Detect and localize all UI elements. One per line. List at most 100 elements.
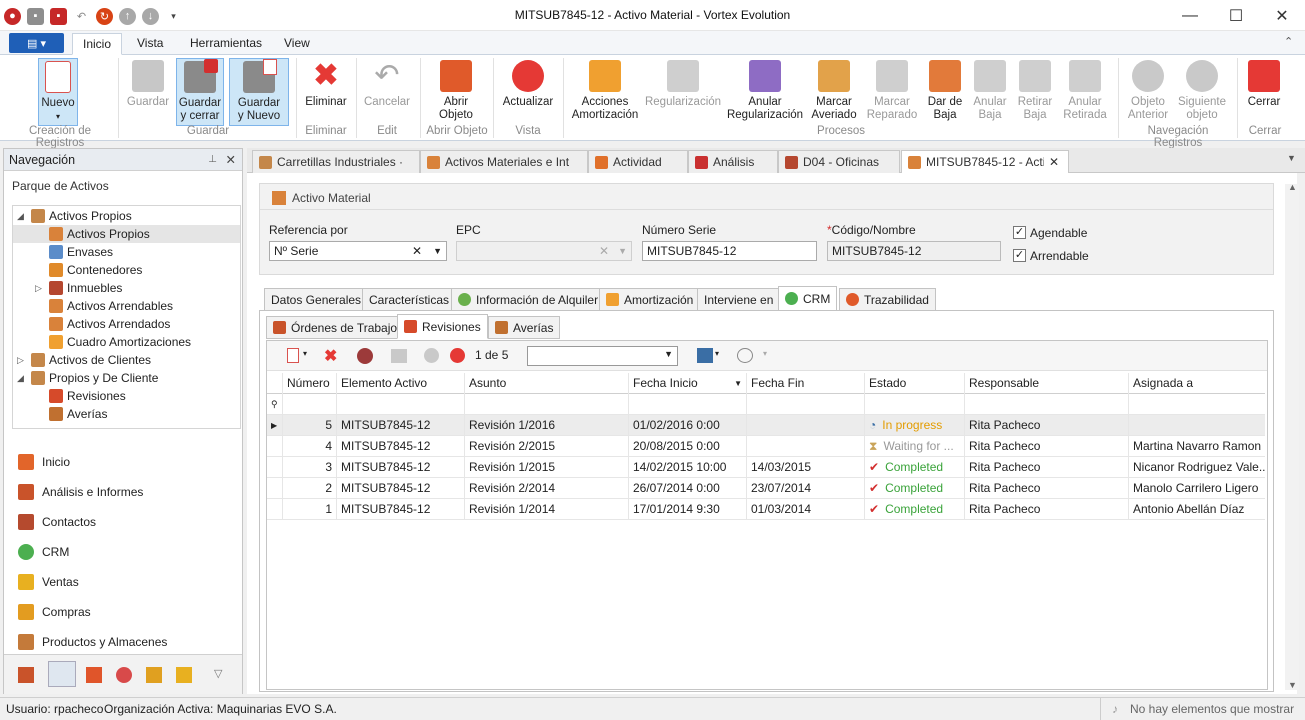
dropdown-icon[interactable]: ▼: [618, 242, 627, 260]
guardar-button[interactable]: Guardar: [126, 58, 170, 126]
nav-link-crm[interactable]: CRM: [18, 542, 69, 562]
table-row[interactable]: 2 MITSUB7845-12 Revisión 2/2014 26/07/2014 …: [267, 478, 1265, 499]
col-fecha-inicio[interactable]: Fecha Inicio ▼: [629, 373, 747, 394]
col-elemento-activo[interactable]: Elemento Activo: [337, 373, 465, 394]
agendable-checkbox[interactable]: ✓: [1013, 226, 1026, 239]
tree-item-activos-propios-sub[interactable]: Activos Propios: [13, 225, 240, 243]
nav-link-contactos[interactable]: Contactos: [18, 512, 96, 532]
tab-vista[interactable]: Vista: [127, 33, 173, 55]
tree-item-activos-propios[interactable]: ◢ Activos Propios: [17, 207, 132, 225]
refresh-icon[interactable]: ↻: [96, 7, 113, 25]
anular-baja-button[interactable]: Anular Baja: [970, 58, 1010, 126]
doc-tab-mitsub[interactable]: MITSUB7845-12 - Activo✕: [901, 150, 1069, 173]
grid-filter-row[interactable]: ⚲: [267, 394, 1265, 415]
bell-icon[interactable]: ♪: [1112, 698, 1118, 720]
previous-icon[interactable]: ↑: [119, 7, 136, 25]
close-icon[interactable]: ✕: [1259, 0, 1305, 31]
tab-amortizacion[interactable]: Amortización: [599, 288, 701, 311]
codigo-input[interactable]: MITSUB7845-12: [827, 241, 1001, 261]
lifebuoy-icon[interactable]: [116, 667, 132, 683]
tab-trazabilidad[interactable]: Trazabilidad: [839, 288, 936, 311]
pin-icon[interactable]: ⊥: [208, 149, 217, 171]
tree-item-revisiones[interactable]: Revisiones: [49, 387, 126, 405]
nav-link-analisis[interactable]: Análisis e Informes: [18, 482, 143, 502]
col-numero[interactable]: Número: [283, 373, 337, 394]
tree-item-envases[interactable]: Envases: [49, 243, 113, 261]
nav-link-compras[interactable]: Compras: [18, 602, 91, 622]
file-menu-button[interactable]: ▤ ▾: [9, 33, 64, 53]
marcar-reparado-button[interactable]: Marcar Reparado: [866, 58, 918, 126]
exchange-icon[interactable]: [146, 667, 162, 683]
undo-icon[interactable]: ↶: [73, 8, 90, 25]
table-row[interactable]: ▶ 5 MITSUB7845-12 Revisión 1/2016 01/02/2016…: [267, 415, 1265, 436]
guardar-cerrar-button[interactable]: Guardar y cerrar: [176, 58, 224, 126]
doc-tab-analisis[interactable]: Análisis: [688, 150, 778, 173]
table-row[interactable]: 4 MITSUB7845-12 Revisión 2/2015 20/08/2015 …: [267, 436, 1265, 457]
eliminar-button[interactable]: ✖ Eliminar: [305, 58, 347, 126]
next-record-icon[interactable]: [450, 348, 465, 363]
anular-retirada-button[interactable]: Anular Retirada: [1060, 58, 1110, 126]
marcar-averiado-button[interactable]: Marcar Averiado: [810, 58, 858, 126]
abrir-objeto-button[interactable]: Abrir Objeto: [433, 58, 479, 126]
col-fecha-fin[interactable]: Fecha Fin: [747, 373, 865, 394]
tree-item-contenedores[interactable]: Contenedores: [49, 261, 142, 279]
tab-herramientas[interactable]: Herramientas: [180, 33, 272, 55]
customize-qat-icon[interactable]: ▾: [165, 8, 182, 25]
anular-regularizacion-button[interactable]: Anular Regularización: [727, 58, 803, 126]
retirar-baja-button[interactable]: Retirar Baja: [1014, 58, 1056, 126]
printer-icon[interactable]: [18, 667, 34, 683]
dar-de-baja-button[interactable]: Dar de Baja: [924, 58, 966, 126]
cerrar-button[interactable]: Cerrar: [1244, 58, 1284, 126]
plugin-icon[interactable]: [86, 667, 102, 683]
dropdown-icon[interactable]: ▾: [715, 349, 719, 358]
subtab-revisiones[interactable]: Revisiones: [397, 314, 488, 339]
status-alerts[interactable]: No hay elementos que mostrar: [1130, 698, 1294, 720]
close-panel-icon[interactable]: ✕: [226, 149, 236, 171]
doc-tab-carretillas[interactable]: Carretillas Industriales ·: [252, 150, 420, 173]
tab-interviene-en[interactable]: Interviene en: [697, 288, 781, 311]
close-tab-icon[interactable]: ✕: [1049, 155, 1059, 169]
tab-datos-generales[interactable]: Datos Generales: [264, 288, 369, 311]
tree-item-cuadro-amortizaciones[interactable]: Cuadro Amortizaciones: [49, 333, 191, 351]
numero-serie-input[interactable]: MITSUB7845-12: [642, 241, 817, 261]
doc-tab-oficinas[interactable]: D04 - Oficinas: [778, 150, 900, 173]
acciones-amortizacion-button[interactable]: Acciones Amortización: [570, 58, 640, 126]
epc-field[interactable]: ✕ ▼: [456, 241, 632, 261]
regularizacion-button[interactable]: Regularización: [645, 58, 721, 126]
subtab-ordenes-trabajo[interactable]: Órdenes de Trabajo: [266, 316, 405, 339]
tree-item-propios-cliente[interactable]: ◢ Propios y De Cliente: [17, 369, 158, 387]
search-icon[interactable]: [737, 348, 753, 363]
next-icon[interactable]: ↓: [142, 7, 159, 25]
tree-item-averias[interactable]: Averías: [49, 405, 107, 423]
new-record-icon[interactable]: [287, 348, 299, 363]
objeto-anterior-button[interactable]: Objeto Anterior: [1124, 58, 1172, 126]
referencia-select[interactable]: Nº Serie ✕ ▼: [269, 241, 447, 261]
cancelar-button[interactable]: ↶ Cancelar: [364, 58, 410, 126]
col-asunto[interactable]: Asunto: [465, 373, 629, 394]
tree-item-activos-arrendados[interactable]: Activos Arrendados: [49, 315, 170, 333]
dropdown-icon[interactable]: ▾: [763, 349, 767, 358]
tab-view[interactable]: View: [274, 33, 320, 55]
vertical-scrollbar[interactable]: ▲ ▼: [1285, 182, 1299, 690]
nav-link-productos[interactable]: Productos y Almacenes: [18, 632, 167, 652]
tab-caracteristicas[interactable]: Características: [362, 288, 457, 311]
tools-icon[interactable]: [357, 348, 373, 364]
tree-item-inmuebles[interactable]: ▷ Inmuebles: [35, 279, 122, 297]
save-icon[interactable]: ▪: [27, 7, 44, 25]
tab-inicio[interactable]: Inicio: [72, 33, 123, 55]
money-icon[interactable]: [176, 667, 192, 683]
more-shortcuts-icon[interactable]: ▽: [214, 667, 222, 680]
doc-tab-activos-materiales[interactable]: Activos Materiales e Int: [420, 150, 588, 173]
app-icon[interactable]: ●: [4, 7, 21, 25]
dropdown-icon[interactable]: ▼: [433, 242, 442, 260]
tree-item-activos-arrendables[interactable]: Activos Arrendables: [49, 297, 173, 315]
maximize-icon[interactable]: ☐: [1213, 0, 1259, 31]
minimize-icon[interactable]: —: [1167, 0, 1213, 31]
save-close-icon[interactable]: ▪: [50, 7, 67, 25]
tab-informacion-alquiler[interactable]: Información de Alquiler: [451, 288, 606, 311]
col-estado[interactable]: Estado: [865, 373, 965, 394]
prev-record-icon[interactable]: [424, 348, 439, 363]
col-responsable[interactable]: Responsable: [965, 373, 1129, 394]
filter-combo[interactable]: ▼: [527, 346, 678, 366]
export-icon[interactable]: [697, 348, 713, 363]
